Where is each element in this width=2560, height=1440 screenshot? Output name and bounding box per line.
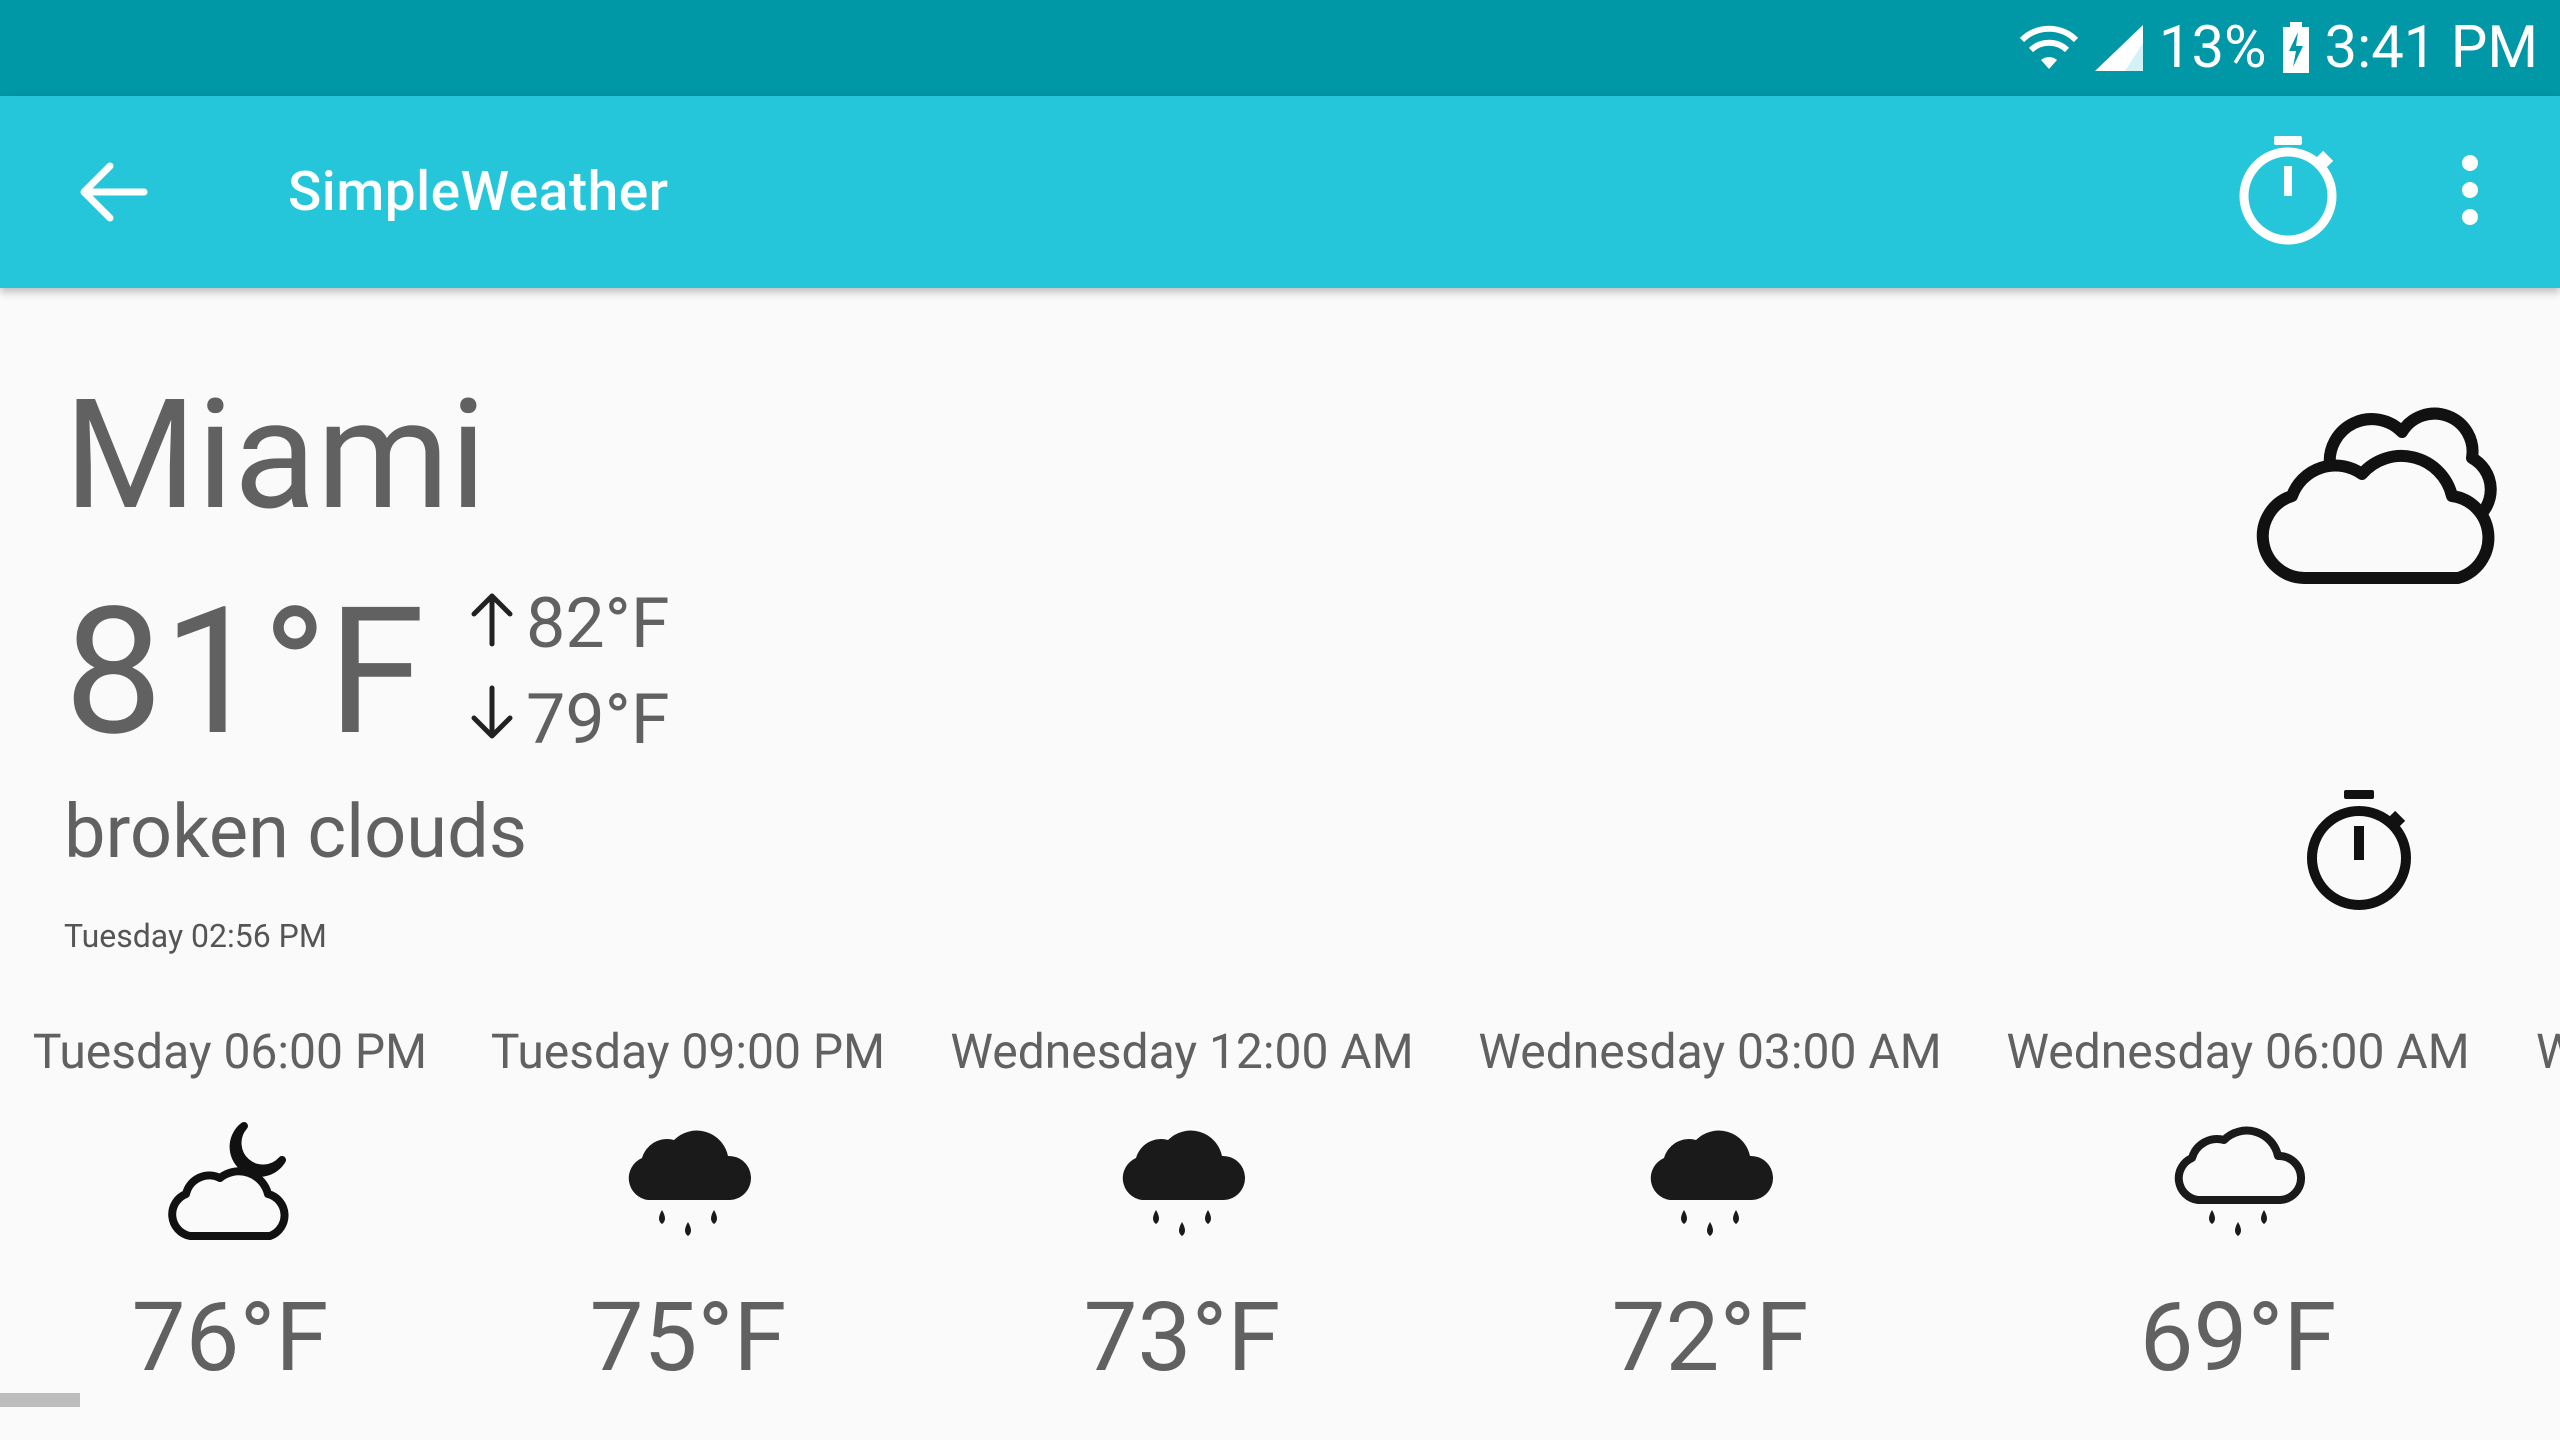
high-temp-row: 82°F: [462, 576, 670, 672]
forecast-temp: 69°F: [2139, 1282, 2337, 1394]
battery-charging-icon: [2281, 22, 2311, 74]
timer-icon: [2236, 134, 2340, 250]
battery-percent: 13%: [2158, 14, 2267, 82]
rain-cloud-icon: [618, 1112, 758, 1252]
horizontal-scroll-indicator[interactable]: [0, 1393, 80, 1407]
high-low-temps: 82°F 79°F: [462, 576, 670, 768]
rain-cloud-icon: [1112, 1112, 1252, 1252]
back-button[interactable]: [62, 144, 162, 244]
forecast-time: W: [2536, 1023, 2560, 1080]
forecast-time: Tuesday 06:00 PM: [32, 1023, 428, 1080]
light-rain-cloud-icon: [2168, 1112, 2308, 1252]
broken-clouds-icon: [2252, 396, 2500, 596]
hourly-forecast-list[interactable]: Tuesday 06:00 PM 76°F Tuesday 09:00 PM 7…: [0, 1010, 2560, 1440]
refresh-timer-icon[interactable]: [2304, 788, 2424, 918]
more-vert-icon: [2460, 155, 2480, 229]
weather-description: broken clouds: [64, 789, 528, 876]
forecast-temp: 73°F: [1083, 1282, 1281, 1394]
forecast-temp: 76°F: [131, 1282, 329, 1394]
arrow-back-icon: [76, 160, 148, 228]
status-bar: 13% 3:41 PM: [0, 0, 2560, 96]
city-name: Miami: [64, 367, 487, 545]
arrow-down-icon: [462, 684, 526, 756]
forecast-time: Wednesday 03:00 AM: [1478, 1023, 1942, 1080]
forecast-item[interactable]: W: [2536, 1010, 2560, 1076]
rain-cloud-icon: [1640, 1112, 1780, 1252]
overflow-menu-button[interactable]: [2430, 152, 2510, 232]
forecast-item[interactable]: Wednesday 06:00 AM 69°F: [1998, 1010, 2478, 1394]
status-indicators: 13% 3:41 PM: [2019, 0, 2538, 96]
forecast-time: Wednesday 12:00 AM: [950, 1023, 1414, 1080]
forecast-item[interactable]: Wednesday 03:00 AM 72°F: [1470, 1010, 1950, 1394]
timer-button[interactable]: [2228, 132, 2348, 252]
signal-icon: [2093, 23, 2145, 73]
app-title: SimpleWeather: [288, 160, 669, 224]
low-temp-row: 79°F: [462, 672, 670, 768]
forecast-temp: 72°F: [1611, 1282, 1809, 1394]
forecast-item[interactable]: Tuesday 09:00 PM 75°F: [448, 1010, 928, 1394]
forecast-item[interactable]: Tuesday 06:00 PM 76°F: [0, 1010, 470, 1394]
forecast-time: Wednesday 06:00 AM: [2006, 1023, 2470, 1080]
app-bar: SimpleWeather: [0, 96, 2560, 288]
clock: 3:41 PM: [2324, 14, 2538, 82]
forecast-time: Tuesday 09:00 PM: [490, 1023, 886, 1080]
forecast-temp: 75°F: [589, 1282, 787, 1394]
arrow-up-icon: [462, 588, 526, 660]
cloud-moon-icon: [160, 1112, 300, 1252]
low-temp: 79°F: [526, 679, 670, 761]
high-temp: 82°F: [526, 583, 670, 665]
last-updated: Tuesday 02:56 PM: [64, 917, 327, 955]
forecast-item[interactable]: Wednesday 12:00 AM 73°F: [942, 1010, 1422, 1394]
current-temperature: 81°F: [64, 569, 425, 775]
wifi-icon: [2019, 23, 2079, 73]
